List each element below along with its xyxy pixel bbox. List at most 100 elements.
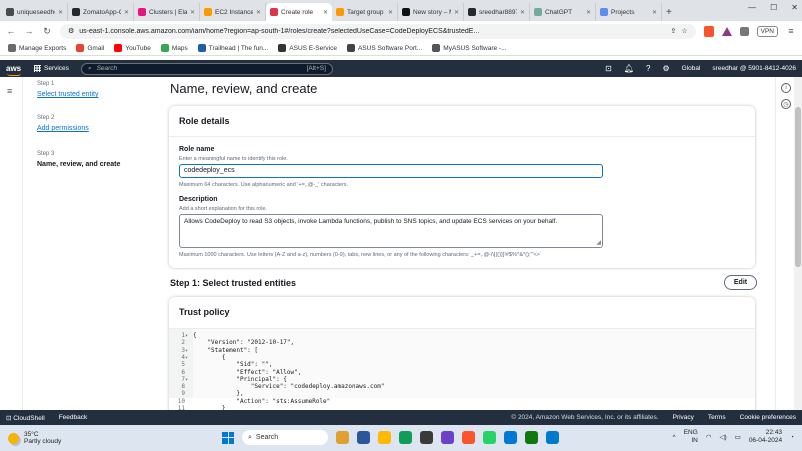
step-2-link[interactable]: Add permissions [37,125,89,132]
weather-widget[interactable]: 35°C Partly cloudy [8,431,61,445]
bookmark-item[interactable]: Maps [160,44,188,52]
tab-close-icon[interactable]: ✕ [256,9,261,16]
tab-close-icon[interactable]: ✕ [520,9,525,16]
scrollbar-thumb[interactable] [795,107,801,267]
trust-policy-code-editor[interactable]: 1▾{2 "Version": "2012-10-17", 3▾ "Stateme… [169,328,755,410]
fold-icon[interactable]: ▾ [185,355,193,361]
fold-icon[interactable]: ▾ [185,377,193,383]
browser-tab[interactable]: Clusters | Elasti✕ [134,3,200,21]
cloudshell-icon[interactable]: ⊡ [605,64,612,73]
browser-tab[interactable]: ChatGPT ✕ [530,3,596,21]
aws-logo[interactable]: aws [6,64,26,76]
feedback-link[interactable]: Feedback [59,414,88,421]
page-scrollbar[interactable] [794,77,802,410]
settings-icon[interactable]: ⚙ [662,64,669,73]
tab-close-icon[interactable]: ✕ [652,9,657,16]
language-indicator[interactable]: ENG IN [684,429,698,445]
page-title: Name, review, and create [170,81,318,96]
tab-close-icon[interactable]: ✕ [58,9,63,16]
taskbar-app-icon[interactable] [546,431,559,444]
tab-close-icon[interactable]: ✕ [388,9,393,16]
tab-close-icon[interactable]: ✕ [454,9,459,16]
fold-icon[interactable]: ▾ [185,333,193,339]
info-icon[interactable]: i [781,83,791,93]
browser-tab[interactable]: uniqueseedhe ✕ [2,3,68,21]
taskbar-search[interactable]: ⌕ Search [242,430,328,445]
tab-close-icon[interactable]: ✕ [190,9,195,16]
close-window-icon[interactable]: ✕ [791,3,798,12]
resize-handle-icon[interactable]: ◢ [596,239,601,246]
taskbar-app-icon[interactable] [399,431,412,444]
services-menu[interactable]: Services [34,65,69,72]
role-name-input[interactable]: codedeploy_ecs [179,164,603,178]
step-1-link[interactable]: Select trusted entity [37,91,98,98]
bookmark-item[interactable]: YouTube [114,44,151,52]
bookmark-item[interactable]: Trailhead | The fun... [197,44,268,52]
notification-center-icon[interactable]: ◔ [790,434,794,441]
clock[interactable]: 22:43 06-04-2024 [749,429,782,445]
description-textarea[interactable]: Allows CodeDeploy to read S3 objects, in… [179,214,603,248]
browser-tab[interactable]: New story – Me✕ [398,3,464,21]
bookmark-item[interactable]: MyASUS Software -... [432,44,507,52]
tab-close-icon[interactable]: ✕ [586,9,591,16]
aws-search-input[interactable]: ⌕ Search [Alt+S] [80,62,333,75]
cookie-preferences-link[interactable]: Cookie preferences [740,414,796,421]
taskbar-app-icon[interactable] [336,431,349,444]
bookmark-star-icon[interactable]: ☆ [681,27,687,35]
site-info-icon[interactable]: ⚙ [68,27,74,35]
url-field[interactable]: ⚙ us-east-1.console.aws.amazon.com/iam/h… [60,23,696,39]
maximize-icon[interactable]: ☐ [770,3,777,12]
browser-tab[interactable]: ZomatoApp-C ✕ [68,3,134,21]
battery-icon[interactable]: ▭ [735,433,741,441]
new-tab-icon[interactable]: + [662,3,676,21]
browser-tab[interactable]: EC2 Instance C✕ [200,3,266,21]
region-selector[interactable]: Global [682,65,701,72]
notifications-icon[interactable]: 🔔︎ [624,64,634,73]
sidebar-icon[interactable] [739,26,749,36]
bookmark-item[interactable]: ASUS Software Port... [346,44,422,52]
tray-chevron-icon[interactable]: ^ [673,434,676,441]
help-icon[interactable]: ? [646,64,650,73]
menu-icon[interactable]: ≡ [786,26,796,36]
privacy-link[interactable]: Privacy [673,414,694,421]
windows-start-icon[interactable] [222,431,234,444]
taskbar-app-icon[interactable] [357,431,370,444]
reload-icon[interactable]: ↻ [42,26,52,37]
fold-icon[interactable]: ▾ [185,348,193,354]
cloudshell-link[interactable]: ⊡ CloudShell [6,414,45,422]
taskbar-app-icon[interactable] [504,431,517,444]
taskbar-app-icon[interactable] [483,431,496,444]
bookmark-item[interactable]: ASUS E-Service [278,44,337,52]
taskbar-app-icon[interactable] [420,431,433,444]
feedback-clock-icon[interactable]: ◷ [781,99,791,109]
tab-close-icon[interactable]: ✕ [124,9,129,16]
vpn-button[interactable]: VPN [756,25,778,37]
brave-shield-icon[interactable] [703,25,714,37]
browser-tab[interactable]: Projects ✕ [596,3,662,21]
taskbar-app-icon[interactable] [462,431,475,444]
browser-tab[interactable]: sreedhar8897/✕ [464,3,530,21]
taskbar-app-icon[interactable] [441,431,454,444]
share-icon[interactable]: ⇪ [670,27,676,35]
account-menu[interactable]: sreedhar @ 5901-8412-4026 [712,65,796,72]
wifi-icon[interactable]: ◠ [706,433,712,441]
edit-button[interactable]: Edit [724,275,757,290]
trust-policy-header: Trust policy [179,307,230,317]
back-icon[interactable]: ← [6,26,16,36]
minimize-icon[interactable]: — [748,3,756,12]
bookmark-favicon-icon [346,44,355,52]
forward-icon[interactable]: → [24,26,34,36]
browser-tab[interactable]: Target group d ✕ [332,3,398,21]
bookmark-item[interactable]: Gmail [76,44,104,52]
taskbar-app-icon[interactable] [378,431,391,444]
brave-rewards-icon[interactable] [721,26,732,36]
terms-link[interactable]: Terms [708,414,726,421]
tab-close-icon[interactable]: ✕ [323,9,328,16]
browser-tab[interactable]: Create role ✕ [266,3,332,21]
volume-icon[interactable]: ◁) [719,433,726,441]
taskbar-app-icon[interactable] [525,431,538,444]
tab-favicon-icon [270,8,278,16]
address-bar: ← → ↻ ⚙ us-east-1.console.aws.amazon.com… [0,21,802,41]
hamburger-menu-icon[interactable]: ≡ [7,86,12,96]
bookmark-item[interactable]: Manage Exports [8,44,66,52]
